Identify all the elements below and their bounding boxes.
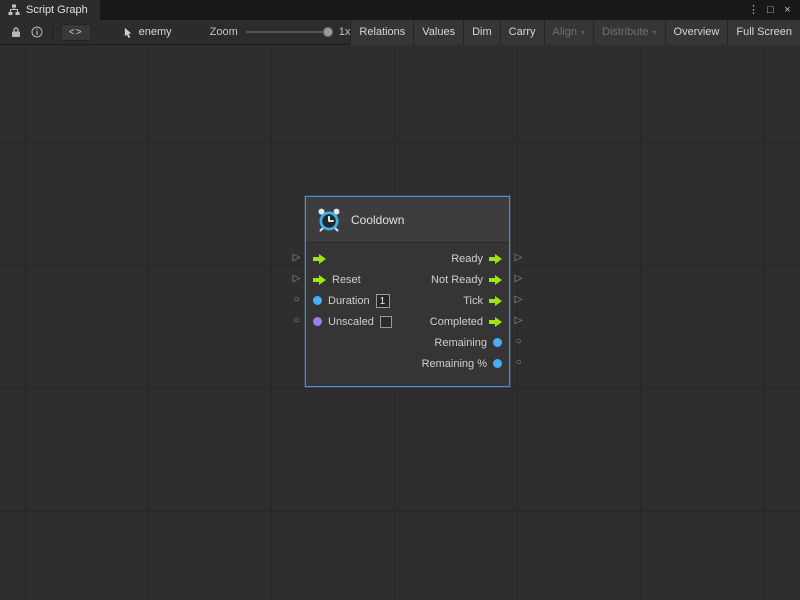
info-button[interactable] (27, 20, 48, 44)
lock-button[interactable] (6, 20, 27, 44)
value-remaining-pct-port[interactable] (493, 359, 502, 368)
flow-input-port-reset[interactable]: ▷ (293, 274, 301, 284)
overview-button-label: Overview (674, 26, 720, 38)
toolbar-buttons: Relations Values Dim Carry Align ▾ Distr… (350, 20, 800, 45)
node-input-gutter: ▷ ▷ ○ ○ (288, 196, 305, 387)
node-title: Cooldown (351, 213, 404, 227)
port-label-ready: Ready (451, 253, 483, 265)
code-toggle-button[interactable]: <> (61, 24, 91, 41)
window-tab-bar: Script Graph ⋮ □ × (0, 0, 800, 20)
window-menu-icon[interactable]: ⋮ (745, 0, 762, 20)
values-button-label: Values (422, 26, 455, 38)
zoom-control: Zoom 1x (210, 26, 351, 38)
tab-script-graph[interactable]: Script Graph (0, 0, 100, 20)
flow-tick-port[interactable] (489, 296, 502, 306)
carry-button-label: Carry (509, 26, 536, 38)
port-row: Duration 1 Tick (306, 290, 509, 311)
align-button-label: Align (553, 26, 577, 38)
port-label-remaining-pct: Remaining % (422, 358, 487, 370)
value-output-port-remaining[interactable]: ○ (515, 337, 521, 347)
cooldown-node-header[interactable]: Cooldown (306, 197, 509, 243)
carry-button[interactable]: Carry (500, 20, 544, 45)
flow-output-port-not-ready[interactable]: ▷ (515, 274, 523, 284)
dim-button-label: Dim (472, 26, 492, 38)
window-controls: ⋮ □ × (745, 0, 800, 20)
port-row: Ready (306, 248, 509, 269)
value-duration-port[interactable] (313, 296, 322, 305)
values-button[interactable]: Values (413, 20, 463, 45)
value-remaining-port[interactable] (493, 338, 502, 347)
alarm-clock-icon (316, 207, 342, 233)
full-screen-button-label: Full Screen (736, 26, 792, 38)
flow-ready-port[interactable] (489, 254, 502, 264)
distribute-button[interactable]: Distribute ▾ (593, 20, 664, 45)
port-row: Remaining % (306, 353, 509, 374)
value-input-port-unscaled[interactable]: ○ (293, 316, 299, 326)
cooldown-node-body: Ready Reset Not Ready (306, 243, 509, 386)
zoom-label: Zoom (210, 26, 238, 38)
duration-input[interactable]: 1 (376, 294, 390, 308)
flow-not-ready-port[interactable] (489, 275, 502, 285)
value-unscaled-port[interactable] (313, 317, 322, 326)
graph-canvas[interactable]: ▷ ▷ ○ ○ Cooldown (0, 46, 800, 600)
info-icon (31, 26, 43, 38)
overview-button[interactable]: Overview (665, 20, 728, 45)
relations-button-label: Relations (359, 26, 405, 38)
value-output-port-remaining-pct[interactable]: ○ (515, 358, 521, 368)
graph-breadcrumb[interactable]: enemy (123, 26, 172, 38)
close-icon[interactable]: × (779, 0, 796, 20)
chevron-down-icon: ▾ (581, 28, 585, 37)
node-output-gutter: ▷ ▷ ▷ ▷ ○ ○ (510, 196, 527, 387)
dim-button[interactable]: Dim (463, 20, 500, 45)
port-label-completed: Completed (430, 316, 483, 328)
zoom-slider[interactable] (246, 31, 331, 33)
flow-enter-port[interactable] (313, 254, 326, 264)
port-row: Reset Not Ready (306, 269, 509, 290)
zoom-slider-handle[interactable] (323, 27, 333, 37)
cursor-icon (123, 27, 134, 38)
cooldown-node[interactable]: Cooldown Ready (305, 196, 510, 387)
value-input-port-duration[interactable]: ○ (293, 295, 299, 305)
graph-name: enemy (139, 26, 172, 38)
align-button[interactable]: Align ▾ (544, 20, 593, 45)
lock-icon (10, 26, 22, 38)
tab-title: Script Graph (26, 4, 88, 16)
port-label-remaining: Remaining (434, 337, 487, 349)
cooldown-node-group: ▷ ▷ ○ ○ Cooldown (288, 196, 527, 387)
maximize-icon[interactable]: □ (762, 0, 779, 20)
flow-completed-port[interactable] (489, 317, 502, 327)
port-row: Unscaled Completed (306, 311, 509, 332)
full-screen-button[interactable]: Full Screen (727, 20, 800, 45)
flow-reset-port[interactable] (313, 275, 326, 285)
relations-button[interactable]: Relations (350, 20, 413, 45)
port-label-not-ready: Not Ready (431, 274, 483, 286)
zoom-value: 1x (339, 26, 351, 38)
distribute-button-label: Distribute (602, 26, 648, 38)
port-row: Remaining (306, 332, 509, 353)
port-label-duration: Duration (328, 295, 370, 307)
port-label-tick: Tick (463, 295, 483, 307)
port-label-unscaled: Unscaled (328, 316, 374, 328)
port-label-reset: Reset (332, 274, 361, 286)
flow-output-port-ready[interactable]: ▷ (515, 253, 523, 263)
flow-output-port-tick[interactable]: ▷ (515, 295, 523, 305)
flow-output-port-completed[interactable]: ▷ (515, 316, 523, 326)
toolbar-separator (52, 25, 53, 40)
flow-input-port[interactable]: ▷ (293, 253, 301, 263)
unscaled-checkbox[interactable] (380, 316, 392, 328)
graph-toolbar: <> enemy Zoom 1x Relations Values Dim Ca… (0, 20, 800, 45)
chevron-down-icon: ▾ (653, 28, 657, 37)
graph-icon (8, 4, 20, 16)
